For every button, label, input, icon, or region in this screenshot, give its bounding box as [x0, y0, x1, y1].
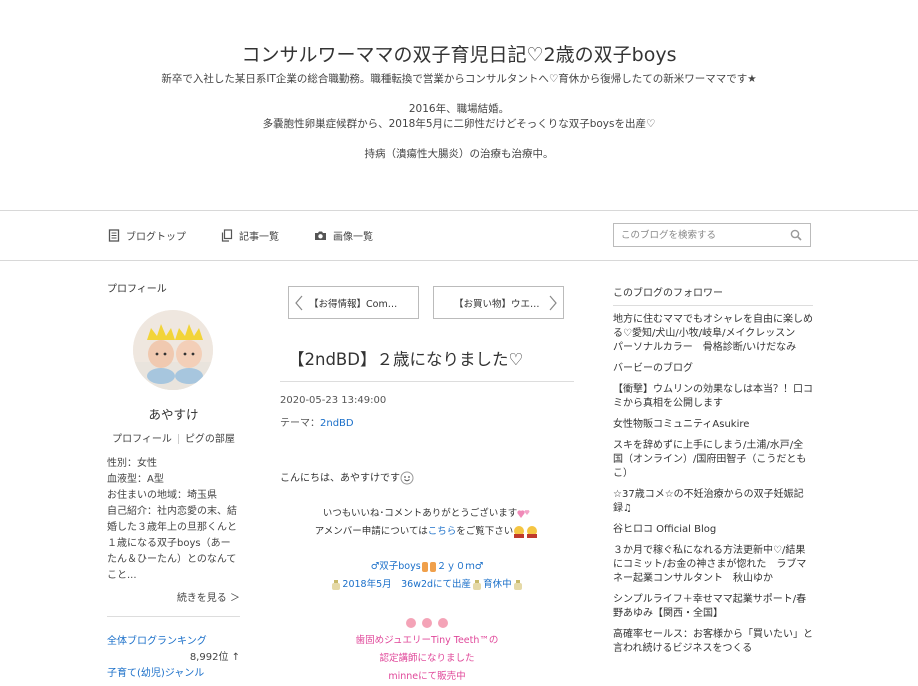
- follower-item[interactable]: スキを辞めずに上手にしまう/土浦/水戸/全国（オンライン）/国府田智子（こうだと…: [613, 439, 813, 481]
- search-input[interactable]: [614, 224, 786, 246]
- jewelry-line: 認定講師になりました: [379, 653, 475, 664]
- greeting-text: こんにちは、あやすけです: [280, 473, 400, 484]
- profile-info: 性別：女性 血液型：A型 お住まいの地域：埼玉県 自己紹介：社内恋愛の末、結婚し…: [107, 456, 240, 584]
- follower-item[interactable]: 女性物販コミュニティAsukire: [613, 418, 813, 432]
- divider: [107, 616, 240, 617]
- nav-image-list-label: 画像一覧: [333, 232, 373, 243]
- blog-navbar: ブログトップ 記事一覧 画像一覧: [0, 210, 918, 261]
- entry-theme: テーマ：2ndBD: [280, 414, 354, 429]
- profile-links: プロフィール ピグの部屋: [107, 430, 240, 445]
- next-entry-label: 【お買い物】ウエ…: [454, 298, 540, 310]
- chevron-left-icon: [295, 295, 303, 311]
- entry-twins-info: ♂双子boys ２ｙ０ｍ♂ 2018年5月 36w2dにて出産 育休中: [280, 558, 574, 594]
- theme-label: テーマ：: [280, 418, 320, 429]
- amember-post-text: をご覧下さい: [456, 526, 514, 537]
- desc-line: 2016年、職場結婚。: [408, 103, 510, 115]
- amember-link[interactable]: こちら: [428, 526, 457, 537]
- search-icon[interactable]: [790, 229, 802, 241]
- jewelry-line: minneにて販売中: [388, 671, 466, 682]
- nav-blog-top-label: ブログトップ: [126, 232, 186, 243]
- birth-text: 2018年5月 36w2dにて出産: [342, 579, 472, 590]
- blog-description: 新卒で入社した某日系IT企業の総合職勤務。職種転換で営業からコンサルタントへ♡育…: [0, 72, 918, 162]
- follower-item[interactable]: 高確率セールス：お客様から「買いたい」と言われ続けるビジネスをつくる: [613, 628, 813, 656]
- prev-entry-button[interactable]: 【お得情報】Com…: [288, 286, 419, 319]
- notebook-icon: [108, 229, 120, 242]
- genre-ranking-link[interactable]: 子育て(幼児)ジャンル: [107, 664, 204, 679]
- nav-image-list[interactable]: 画像一覧: [314, 228, 373, 243]
- male-sign-icon: ♂: [370, 561, 380, 572]
- ikukyu-text: 育休中: [483, 579, 512, 590]
- link-divider: [177, 434, 179, 444]
- baby-bottle-icon: [332, 579, 341, 590]
- desc-line: 持病（潰瘍性大腸炎）の治療も治療中。: [364, 148, 554, 160]
- nav-blog-top[interactable]: ブログトップ: [108, 228, 186, 243]
- profile-intro: 自己紹介：社内恋愛の末、結婚した３歳年上の旦那くんと１歳になる双子boys（あー…: [107, 506, 237, 581]
- profile-nickname[interactable]: あやすけ: [107, 404, 240, 423]
- baby-bottle-icon: [473, 579, 482, 590]
- entry-jewelry-info: 歯固めジュエリーTiny Teeth™の 認定講師になりました minneにて販…: [280, 614, 574, 686]
- jewelry-line: 歯固めジュエリーTiny Teeth™の: [355, 635, 499, 646]
- baby-bottle-icon: [513, 579, 522, 590]
- follower-item[interactable]: バービーのブログ: [613, 362, 813, 376]
- follower-item[interactable]: ☆37歳コメ☆の不妊治療からの双子妊娠記録♫: [613, 488, 813, 516]
- theme-link[interactable]: 2ndBD: [320, 418, 354, 429]
- copy-icon: [221, 229, 233, 242]
- male-sign-icon: ♂: [474, 561, 484, 572]
- nav-article-list-label: 記事一覧: [239, 232, 279, 243]
- hearts-emoji-icon: [517, 509, 530, 518]
- jewelry-emoji-icon: [406, 617, 448, 628]
- avatar-photo: [133, 310, 213, 390]
- next-entry-button[interactable]: 【お買い物】ウエ…: [433, 286, 564, 319]
- profile-heading: プロフィール: [107, 284, 167, 295]
- desc-line: 新卒で入社した某日系IT企業の総合職勤務。職種転換で営業からコンサルタントへ♡育…: [161, 73, 757, 85]
- entry-date: 2020-05-23 13:49:00: [280, 395, 387, 406]
- entry-greeting: こんにちは、あやすけです: [280, 469, 414, 485]
- pigg-room-link[interactable]: ピグの部屋: [185, 434, 235, 445]
- entry-notice: いつもいいね･コメントありがとうございます アメンバー申請についてはこちらをご覧…: [280, 505, 574, 541]
- profile-blood: 血液型：A型: [107, 474, 164, 485]
- follower-item[interactable]: シンプルライフ＋幸せママ起業サポート/春野あゆみ【関西・全国】: [613, 593, 813, 621]
- smile-emoji-icon: [400, 471, 414, 485]
- followers-heading: このブログのフォロワー: [613, 284, 813, 306]
- blog-header: コンサルワーママの双子育児日記♡2歳の双子boys 新卒で入社した某日系IT企業…: [0, 0, 918, 210]
- entry-title[interactable]: 【2ndBD】２歳になりました♡: [288, 346, 523, 370]
- chevron-right-icon: [549, 295, 557, 311]
- follower-item[interactable]: 谷ヒロコ Official Blog: [613, 523, 813, 537]
- twins-text: 双子boys: [379, 561, 421, 572]
- title-divider: [280, 381, 574, 382]
- followers-list: 地方に住むママでもオシャレを自由に楽しめる♡愛知/犬山/小牧/岐阜/メイクレッス…: [613, 313, 813, 656]
- blog-search: [613, 223, 811, 247]
- thanks-text: いつもいいね･コメントありがとうございます: [322, 508, 518, 519]
- read-more-link[interactable]: 続きを見る ＞: [177, 589, 240, 604]
- profile-link[interactable]: プロフィール: [112, 434, 172, 445]
- avatar[interactable]: [133, 310, 213, 390]
- twins-emoji-icon: [421, 561, 436, 572]
- twins-age-text: ２ｙ０ｍ: [436, 561, 475, 572]
- profile-sidebar: プロフィール あやすけ プロフィール ピグの部屋 性別：女性 血液型：A型 お住ま…: [107, 280, 240, 679]
- followers-sidebar: このブログのフォロワー 地方に住むママでもオシャレを自由に楽しめる♡愛知/犬山/…: [613, 284, 813, 656]
- camera-icon: [315, 231, 326, 240]
- follower-item[interactable]: ３か月で稼ぐ私になれる方法更新中♡/結果にコミット/お金の神さまが惚れた ラブマ…: [613, 544, 813, 586]
- blog-title[interactable]: コンサルワーママの双子育児日記♡2歳の双子boys: [0, 40, 918, 67]
- prev-entry-label: 【お得情報】Com…: [309, 298, 398, 310]
- profile-gender: 性別：女性: [107, 458, 157, 469]
- nav-article-list[interactable]: 記事一覧: [221, 228, 279, 243]
- profile-area: お住まいの地域：埼玉県: [107, 490, 217, 501]
- overall-ranking-link[interactable]: 全体ブログランキング: [107, 632, 207, 647]
- follower-item[interactable]: 地方に住むママでもオシャレを自由に楽しめる♡愛知/犬山/小牧/岐阜/メイクレッス…: [613, 313, 813, 355]
- bowing-emoji-icon: [514, 525, 538, 538]
- follower-item[interactable]: 【衝撃】ウムリンの効果なしは本当？！口コミから真相を公開します: [613, 383, 813, 411]
- desc-line: 多嚢胞性卵巣症候群から、2018年5月に二卵性だけどそっくりな双子boysを出産…: [262, 118, 656, 130]
- amember-pre-text: アメンバー申請については: [314, 526, 428, 537]
- ranking-value: 8,992位 ↑: [189, 652, 240, 663]
